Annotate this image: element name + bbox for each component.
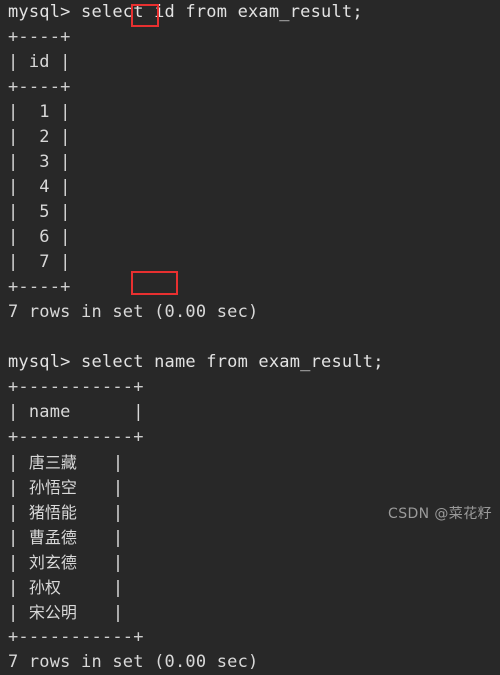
table-cell-name: 猪悟能 — [28, 503, 77, 522]
table-row: | 1 | — [8, 102, 71, 122]
table-cell-name: 孙悟空 — [28, 478, 77, 497]
table-cell-name: 宋公明 — [28, 603, 77, 622]
table-row: | 唐三藏 | — [8, 453, 124, 473]
terminal-window[interactable]: mysql> select id from exam_result; +----… — [0, 0, 500, 672]
query-2-table-header-border: +-----------+ — [8, 427, 144, 447]
table-cell-name: 唐三藏 — [28, 453, 77, 472]
table-cell-name: 曹孟德 — [28, 528, 77, 547]
table-row: | 2 | — [8, 127, 71, 147]
query-2-status-line: 7 rows in set (0.00 sec) — [8, 652, 259, 672]
table-cell-name: 刘玄德 — [28, 553, 77, 572]
table-row: | 7 | — [8, 252, 71, 272]
table-row: | 孙悟空 | — [8, 478, 124, 498]
table-row: | 孙权 | — [8, 578, 124, 598]
query-2-command-line: mysql> select name from exam_result; — [8, 352, 384, 372]
query-1-status-line: 7 rows in set (0.00 sec) — [8, 302, 259, 322]
table-row: | 曹孟德 | — [8, 528, 124, 548]
table-cell-name: 孙权 — [28, 578, 61, 597]
query-1-table-header: | id | — [8, 52, 71, 72]
query-1-table-bottom-border: +----+ — [8, 277, 71, 297]
table-row: | 5 | — [8, 202, 71, 222]
query-1-table-top-border: +----+ — [8, 27, 71, 47]
query-1-table-header-border: +----+ — [8, 77, 71, 97]
query-2-table-top-border: +-----------+ — [8, 377, 144, 397]
csdn-watermark: CSDN @菜花籽 — [388, 506, 492, 522]
table-row: | 宋公明 | — [8, 603, 124, 623]
table-row: | 3 | — [8, 152, 71, 172]
table-row: | 刘玄德 | — [8, 553, 124, 573]
table-row: | 6 | — [8, 227, 71, 247]
query-2-table-bottom-border: +-----------+ — [8, 627, 144, 647]
query-2-table-header: | name | — [8, 402, 144, 422]
query-1-command-line: mysql> select id from exam_result; — [8, 2, 363, 22]
table-row: | 4 | — [8, 177, 71, 197]
